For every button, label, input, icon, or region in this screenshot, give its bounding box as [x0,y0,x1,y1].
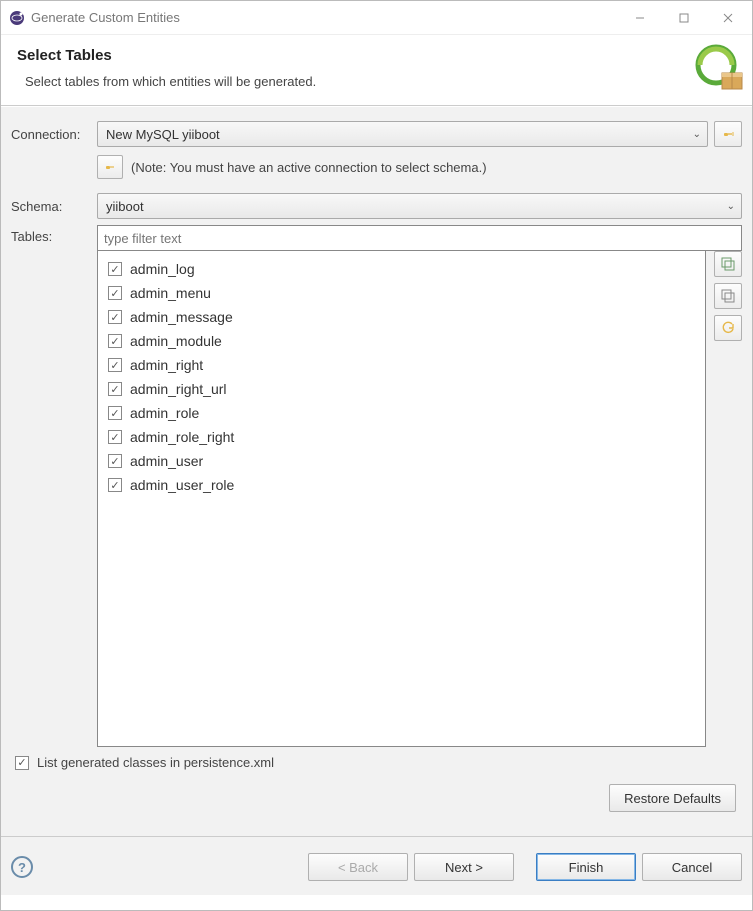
window-controls [618,3,750,33]
select-all-icon [721,257,735,271]
list-classes-label: List generated classes in persistence.xm… [37,755,274,770]
table-item[interactable]: ✓ admin_role [102,401,701,425]
table-checkbox[interactable]: ✓ [108,430,122,444]
connection-row: Connection: New MySQL yiiboot ⌄ [11,121,742,147]
table-name: admin_module [130,333,222,349]
note-row: (Note: You must have an active connectio… [97,155,742,179]
table-checkbox[interactable]: ✓ [108,382,122,396]
filter-input[interactable] [97,225,742,251]
eclipse-app-icon [9,10,25,26]
table-checkbox[interactable]: ✓ [108,286,122,300]
table-checkbox[interactable]: ✓ [108,406,122,420]
connection-label: Connection: [11,127,97,142]
refresh-connector-icon [103,160,117,174]
wizard-buttons: < Back Next > Finish Cancel [308,853,742,881]
table-item[interactable]: ✓ admin_right_url [102,377,701,401]
table-name: admin_log [130,261,195,277]
table-name: admin_role_right [130,429,234,445]
table-name: admin_menu [130,285,211,301]
table-name: admin_user [130,453,203,469]
wizard-header: Select Tables Select tables from which e… [1,35,752,106]
jpa-entity-icon [692,43,744,95]
table-item[interactable]: ✓ admin_role_right [102,425,701,449]
table-name: admin_right [130,357,203,373]
cancel-button[interactable]: Cancel [642,853,742,881]
table-item[interactable]: ✓ admin_user [102,449,701,473]
schema-label: Schema: [11,199,97,214]
window-title: Generate Custom Entities [31,10,618,25]
chevron-down-icon: ⌄ [693,129,701,140]
table-name: admin_user_role [130,477,234,493]
tables-area: ✓ admin_log ✓ admin_menu ✓ admin_message ✓ admi… [97,251,742,747]
restore-defaults-button[interactable]: Restore Defaults [609,784,736,812]
refresh-icon [721,321,735,335]
deselect-all-button[interactable] [714,283,742,309]
reconnect-button[interactable] [97,155,123,179]
table-checkbox[interactable]: ✓ [108,478,122,492]
schema-row: Schema: yiiboot ⌄ [11,193,742,219]
table-item[interactable]: ✓ admin_module [102,329,701,353]
list-classes-row: ✓ List generated classes in persistence.… [11,747,742,784]
table-name: admin_right_url [130,381,227,397]
table-side-buttons [714,251,742,341]
schema-combo[interactable]: yiiboot ⌄ [97,193,742,219]
table-item[interactable]: ✓ admin_user_role [102,473,701,497]
table-item[interactable]: ✓ admin_right [102,353,701,377]
connector-icon [721,127,735,141]
tables-row: Tables: [11,225,742,251]
select-all-button[interactable] [714,251,742,277]
wizard-content: Connection: New MySQL yiiboot ⌄ [1,106,752,836]
table-item[interactable]: ✓ admin_menu [102,281,701,305]
table-item[interactable]: ✓ admin_message [102,305,701,329]
connection-value: New MySQL yiiboot [106,127,220,142]
minimize-button[interactable] [618,3,662,33]
table-checkbox[interactable]: ✓ [108,262,122,276]
next-button[interactable]: Next > [414,853,514,881]
table-checkbox[interactable]: ✓ [108,358,122,372]
help-button[interactable]: ? [11,856,33,878]
deselect-all-icon [721,289,735,303]
close-button[interactable] [706,3,750,33]
maximize-button[interactable] [662,3,706,33]
tables-label: Tables: [11,225,97,244]
chevron-down-icon: ⌄ [727,201,735,212]
restore-row: Restore Defaults [11,784,742,826]
tables-list[interactable]: ✓ admin_log ✓ admin_menu ✓ admin_message ✓ admi… [97,251,706,747]
connection-combo[interactable]: New MySQL yiiboot ⌄ [97,121,708,147]
refresh-tables-button[interactable] [714,315,742,341]
table-checkbox[interactable]: ✓ [108,454,122,468]
table-name: admin_role [130,405,199,421]
note-text: (Note: You must have an active connectio… [131,160,487,175]
schema-value: yiiboot [106,199,144,214]
wizard-button-bar: ? < Back Next > Finish Cancel [1,836,752,895]
title-bar: Generate Custom Entities [1,1,752,35]
page-title: Select Tables [17,47,736,64]
list-classes-checkbox[interactable]: ✓ [15,756,29,770]
table-item[interactable]: ✓ admin_log [102,257,701,281]
finish-button[interactable]: Finish [536,853,636,881]
table-checkbox[interactable]: ✓ [108,334,122,348]
table-name: admin_message [130,309,233,325]
new-connection-button[interactable] [714,121,742,147]
table-checkbox[interactable]: ✓ [108,310,122,324]
page-subtitle: Select tables from which entities will b… [17,74,736,89]
back-button[interactable]: < Back [308,853,408,881]
